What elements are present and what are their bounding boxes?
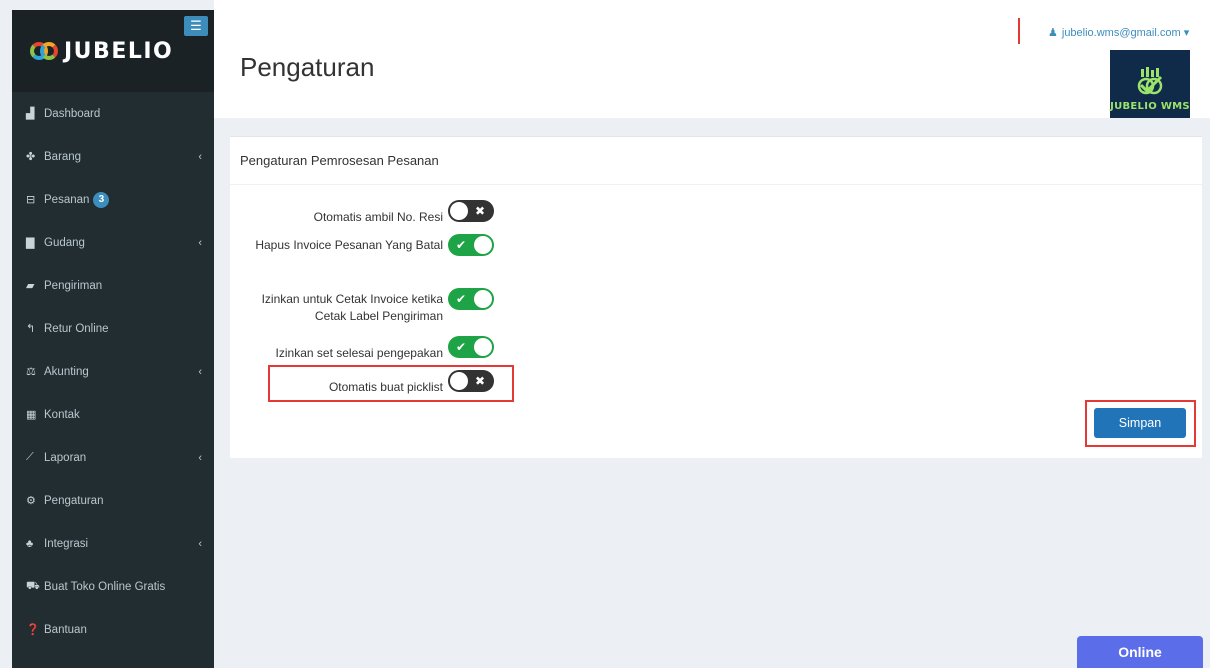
sidebar-item-label: Pengiriman	[44, 279, 103, 292]
sidebar-item-gudang[interactable]: ▇ Gudang ‹	[12, 221, 214, 264]
user-icon: ♟	[1048, 27, 1058, 39]
bars-icon: ☰	[190, 18, 202, 33]
sitemap-icon: ♣	[26, 537, 34, 550]
sidebar-item-label: Pesanan	[44, 193, 90, 206]
check-icon: ✔	[456, 340, 467, 354]
setting-toggle[interactable]: ✔	[448, 288, 494, 310]
highlight-box-save	[1085, 400, 1196, 447]
panel-title: Pengaturan Pemrosesan Pesanan	[230, 137, 1202, 185]
building-icon: ▇	[26, 237, 35, 249]
check-icon: ✔	[456, 238, 467, 252]
sidebar-menu: ▟ Dashboard ✤ Barang ‹ ⊟ Pesanan 3 ▇ Gudang ‹ ▰ Peng…	[12, 92, 214, 651]
setting-label: Izinkan set selesai pengepakan	[275, 346, 443, 360]
chevron-left-icon: ‹	[198, 537, 202, 550]
user-menu[interactable]: ♟ jubelio.wms@gmail.com ▾	[1048, 26, 1189, 39]
setting-toggle[interactable]: ✖	[448, 200, 494, 222]
sidebar-item-label: Akunting	[44, 365, 89, 378]
sidebar-item-retur-online[interactable]: ↰ Retur Online	[12, 307, 214, 350]
sidebar-item-label: Bantuan	[44, 623, 87, 636]
check-icon: ✔	[456, 292, 467, 306]
toggle-knob	[474, 338, 492, 356]
sidebar-item-label: Barang	[44, 150, 82, 163]
sidebar-item-label: Pengaturan	[44, 494, 104, 507]
sidebar-item-label: Integrasi	[44, 537, 89, 550]
sidebar-item-pengaturan[interactable]: ⚙ Pengaturan	[12, 479, 214, 522]
cogs-icon: ⚙	[26, 495, 36, 507]
area-chart-icon: ▟	[26, 108, 35, 120]
highlight-box-picklist	[268, 365, 514, 402]
wms-brand-text: JUBELIO WMS	[1110, 101, 1190, 112]
sidebar-item-dashboard[interactable]: ▟ Dashboard	[12, 92, 214, 135]
chevron-down-icon: ▾	[1183, 27, 1190, 39]
address-card-icon: ▦	[26, 409, 37, 421]
sidebar-item-integrasi[interactable]: ♣ Integrasi ‹	[12, 522, 214, 565]
setting-row: Izinkan untuk Cetak Invoice ketika Cetak…	[230, 285, 830, 325]
sidebar-item-akunting[interactable]: ⚖ Akunting ‹	[12, 350, 214, 393]
setting-row: Hapus Invoice Pesanan Yang Batal ✔	[230, 231, 830, 271]
chevron-left-icon: ‹	[198, 365, 202, 378]
setting-label: Otomatis ambil No. Resi	[313, 210, 443, 224]
chevron-left-icon: ‹	[198, 150, 202, 163]
cubes-icon: ✤	[26, 151, 36, 163]
setting-label: Izinkan untuk Cetak Invoice ketika Cetak…	[261, 292, 443, 323]
toggle-knob	[450, 202, 468, 220]
sidebar-item-label: Buat Toko Online Gratis	[44, 580, 166, 593]
page-title: Pengaturan	[240, 52, 375, 82]
chevron-left-icon: ‹	[198, 451, 202, 464]
settings-panel: Pengaturan Pemrosesan Pesanan Otomatis a…	[230, 136, 1202, 458]
header-divider	[1018, 18, 1020, 44]
wms-brand-logo: JUBELIO WMS	[1110, 50, 1190, 118]
sidebar-item-laporan[interactable]: ⟋ Laporan ‹	[12, 436, 214, 479]
sidebar-item-label: Retur Online	[44, 322, 109, 335]
count-badge: 3	[93, 191, 110, 208]
toggle-knob	[474, 290, 492, 308]
online-status-button[interactable]: Online	[1077, 636, 1203, 668]
jubelio-logo-icon	[30, 40, 60, 62]
line-chart-icon: ⟋	[26, 451, 34, 463]
truck-icon: ▰	[26, 280, 35, 292]
sidebar: JUBELIO ☰ ▟ Dashboard ✤ Barang ‹ ⊟ Pesanan 3 ▇ Gu…	[12, 10, 214, 668]
toggle-knob	[474, 236, 492, 254]
logo-area: JUBELIO ☰	[12, 10, 214, 92]
sidebar-item-label: Dashboard	[44, 107, 101, 120]
menu-toggle-button[interactable]: ☰	[184, 16, 208, 36]
balance-scale-icon: ⚖	[26, 366, 36, 378]
sidebar-item-buat-toko-online-gratis[interactable]: ⛟ Buat Toko Online Gratis	[12, 565, 214, 608]
inbox-icon: ⊟	[26, 194, 36, 206]
sidebar-item-label: Gudang	[44, 236, 85, 249]
page-header: Pengaturan ♟ jubelio.wms@gmail.com ▾ JUBE…	[214, 0, 1210, 118]
sidebar-item-barang[interactable]: ✤ Barang ‹	[12, 135, 214, 178]
wms-logo-icon	[1137, 67, 1163, 95]
reply-icon: ↰	[26, 323, 36, 335]
question-circle-icon: ❓	[26, 624, 40, 636]
sidebar-item-bantuan[interactable]: ❓ Bantuan	[12, 608, 214, 651]
setting-label: Hapus Invoice Pesanan Yang Batal	[255, 238, 443, 252]
setting-toggle[interactable]: ✔	[448, 234, 494, 256]
sidebar-item-label: Laporan	[44, 451, 87, 464]
setting-toggle[interactable]: ✔	[448, 336, 494, 358]
sidebar-item-kontak[interactable]: ▦ Kontak	[12, 393, 214, 436]
sidebar-item-pengiriman[interactable]: ▰ Pengiriman	[12, 264, 214, 307]
brand-name: JUBELIO	[64, 38, 174, 64]
user-email: jubelio.wms@gmail.com	[1061, 27, 1181, 39]
sidebar-item-label: Kontak	[44, 408, 80, 421]
x-icon: ✖	[474, 204, 485, 218]
sidebar-item-pesanan[interactable]: ⊟ Pesanan 3	[12, 178, 214, 221]
chevron-left-icon: ‹	[198, 236, 202, 249]
shopping-cart-icon: ⛟	[26, 579, 40, 592]
